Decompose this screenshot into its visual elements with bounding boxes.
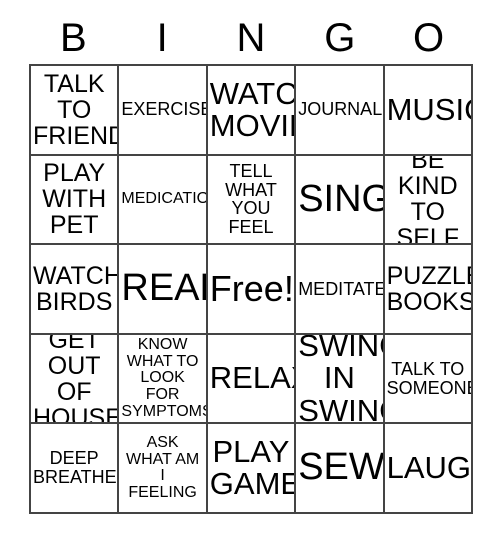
bingo-cell[interactable]: PLAY WITH PET — [31, 155, 120, 246]
header-letter-n: N — [236, 16, 266, 60]
bingo-cell-label: SWING IN SWING — [298, 334, 382, 425]
bingo-header-row: B I N G O — [29, 12, 473, 64]
bingo-cell[interactable]: READ — [119, 245, 208, 335]
bingo-card: B I N G O TALK TO FRIENDEXERCISEWATCH MO… — [0, 0, 500, 544]
bingo-cell-label: WATCH MOVIE — [209, 75, 297, 143]
bingo-cell-label: RELAX — [209, 360, 294, 396]
header-letter-g: G — [324, 16, 356, 60]
bingo-cell[interactable]: SING — [296, 155, 385, 246]
bingo-cell-label: READ — [121, 267, 205, 310]
bingo-cell[interactable]: PLAY GAME — [207, 424, 297, 514]
bingo-cell-label: ASK WHAT AM I FEELING — [126, 433, 200, 501]
bingo-cell[interactable]: KNOW WHAT TO LOOK FOR SYMPTOMS — [119, 334, 208, 425]
bingo-cell[interactable]: PUZZLE BOOKS — [384, 245, 473, 335]
bingo-cell[interactable]: TELL WHAT YOU FEEL — [207, 155, 297, 246]
bingo-cell-label: MEDICATION — [121, 190, 205, 208]
bingo-cell[interactable]: LAUGH — [384, 424, 473, 514]
bingo-cell-label: SEW — [298, 446, 385, 489]
bingo-cell-label: PLAY WITH PET — [42, 159, 107, 240]
header-letter-b: B — [60, 16, 87, 60]
bingo-cell[interactable]: JOURNAL — [296, 66, 385, 156]
bingo-cell[interactable]: BE KIND TO SELF — [384, 155, 473, 246]
bingo-cell[interactable]: TALK TO SOMEONE — [384, 334, 473, 425]
bingo-cell[interactable]: WATCH MOVIE — [207, 66, 297, 156]
bingo-cell[interactable]: DEEP BREATHE — [31, 424, 120, 514]
bingo-cell[interactable]: SWING IN SWING — [296, 334, 385, 425]
bingo-cell-label: TELL WHAT YOU FEEL — [225, 160, 277, 238]
bingo-cell-label: Free! — [209, 268, 294, 310]
bingo-cell-label: DEEP BREATHE — [33, 448, 117, 488]
bingo-free-space[interactable]: Free! — [207, 245, 297, 335]
bingo-cell[interactable]: SEW — [296, 424, 385, 514]
bingo-grid: TALK TO FRIENDEXERCISEWATCH MOVIEJOURNAL… — [29, 64, 473, 514]
bingo-cell-label: TALK TO SOMEONE — [386, 358, 473, 398]
bingo-cell-label: MEDITATE — [298, 278, 385, 299]
header-letter-i: I — [156, 16, 168, 60]
bingo-cell-label: BE KIND TO SELF — [396, 155, 460, 246]
bingo-cell[interactable]: MUSIC — [384, 66, 473, 156]
bingo-cell-label: EXERCISE — [121, 99, 208, 120]
bingo-cell[interactable]: TALK TO FRIEND — [31, 66, 120, 156]
bingo-cell[interactable]: GET OUT OF HOUSE — [31, 334, 120, 425]
bingo-cell[interactable]: MEDICATION — [119, 155, 208, 246]
bingo-cell[interactable]: RELAX — [207, 334, 297, 425]
bingo-cell[interactable]: EXERCISE — [119, 66, 208, 156]
bingo-cell-label: JOURNAL — [298, 99, 383, 120]
bingo-cell-label: PUZZLE BOOKS — [386, 261, 473, 316]
bingo-cell-label: TALK TO FRIEND — [33, 69, 120, 150]
bingo-cell-label: GET OUT OF HOUSE — [33, 334, 120, 425]
bingo-cell[interactable]: WATCH BIRDS — [31, 245, 120, 335]
bingo-cell-label: KNOW WHAT TO LOOK FOR SYMPTOMS — [121, 336, 208, 420]
bingo-cell-label: SING — [298, 177, 385, 220]
bingo-cell-label: WATCH BIRDS — [33, 261, 120, 316]
bingo-cell[interactable]: MEDITATE — [296, 245, 385, 335]
bingo-cell-label: LAUGH — [386, 450, 472, 486]
bingo-cell-label: MUSIC — [386, 91, 471, 127]
bingo-cell-label: PLAY GAME — [209, 433, 297, 502]
header-letter-o: O — [413, 16, 445, 60]
bingo-cell[interactable]: ASK WHAT AM I FEELING — [119, 424, 208, 514]
